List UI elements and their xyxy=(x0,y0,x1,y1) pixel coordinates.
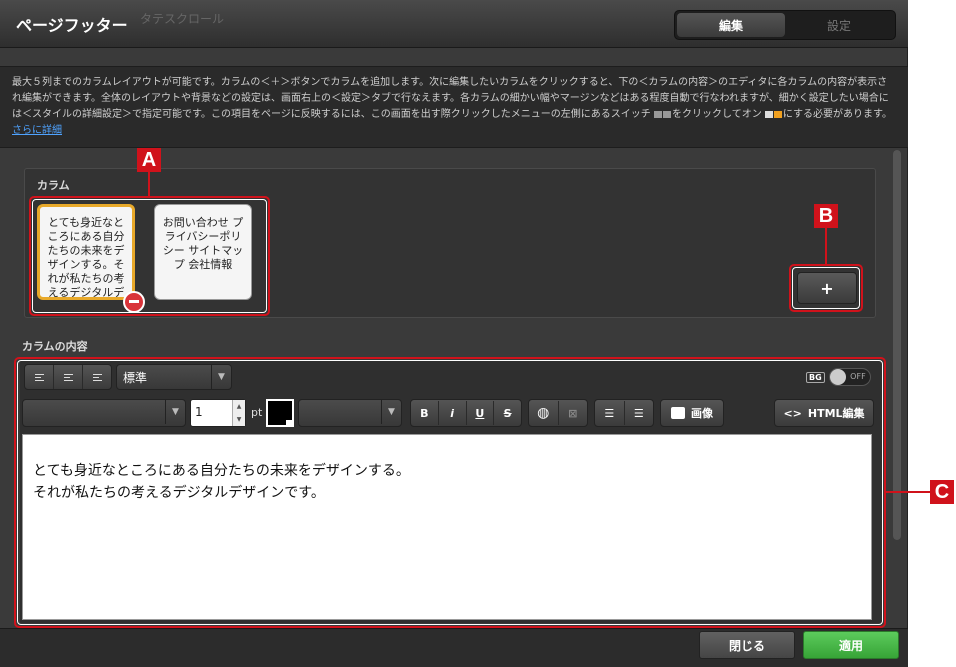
help-text-switch-a: をクリックしてオン xyxy=(672,109,762,120)
columns-label: カラム xyxy=(37,179,70,192)
callout-marker-b: B xyxy=(814,204,838,228)
callout-box-a xyxy=(29,196,270,316)
switch-on-icon xyxy=(764,110,773,118)
callout-line-a xyxy=(148,170,150,196)
callout-line-c xyxy=(886,491,930,493)
scrollbar-thumb[interactable] xyxy=(893,150,901,540)
switch-off-icon xyxy=(663,110,671,118)
switch-on-icon xyxy=(773,110,782,118)
callout-marker-a: A xyxy=(137,148,161,172)
callout-line-b xyxy=(825,226,827,264)
title-bar: ページフッター タテスクロール 編集 設定 xyxy=(0,0,908,48)
callout-box-c xyxy=(14,357,886,628)
more-details-link[interactable]: さらに詳細 xyxy=(12,125,62,136)
switch-off-icon xyxy=(654,110,662,118)
column-content-label: カラムの内容 xyxy=(22,340,88,353)
help-text: 最大５列までのカラムレイアウトが可能です。カラムの＜＋＞ボタンでカラムを追加しま… xyxy=(0,66,908,148)
apply-button[interactable]: 適用 xyxy=(803,631,899,659)
scrollbar[interactable] xyxy=(893,150,901,540)
background-ghost-text: タテスクロール xyxy=(140,12,225,26)
tab-edit[interactable]: 編集 xyxy=(677,13,785,37)
dialog-title: ページフッター xyxy=(16,16,128,35)
close-button[interactable]: 閉じる xyxy=(699,631,795,659)
callout-marker-c: C xyxy=(930,480,954,504)
callout-box-b xyxy=(789,264,863,312)
tab-settings[interactable]: 設定 xyxy=(785,13,893,37)
help-text-switch-b: にする必要があります。 xyxy=(782,109,892,120)
mode-tabs: 編集 設定 xyxy=(674,10,896,40)
